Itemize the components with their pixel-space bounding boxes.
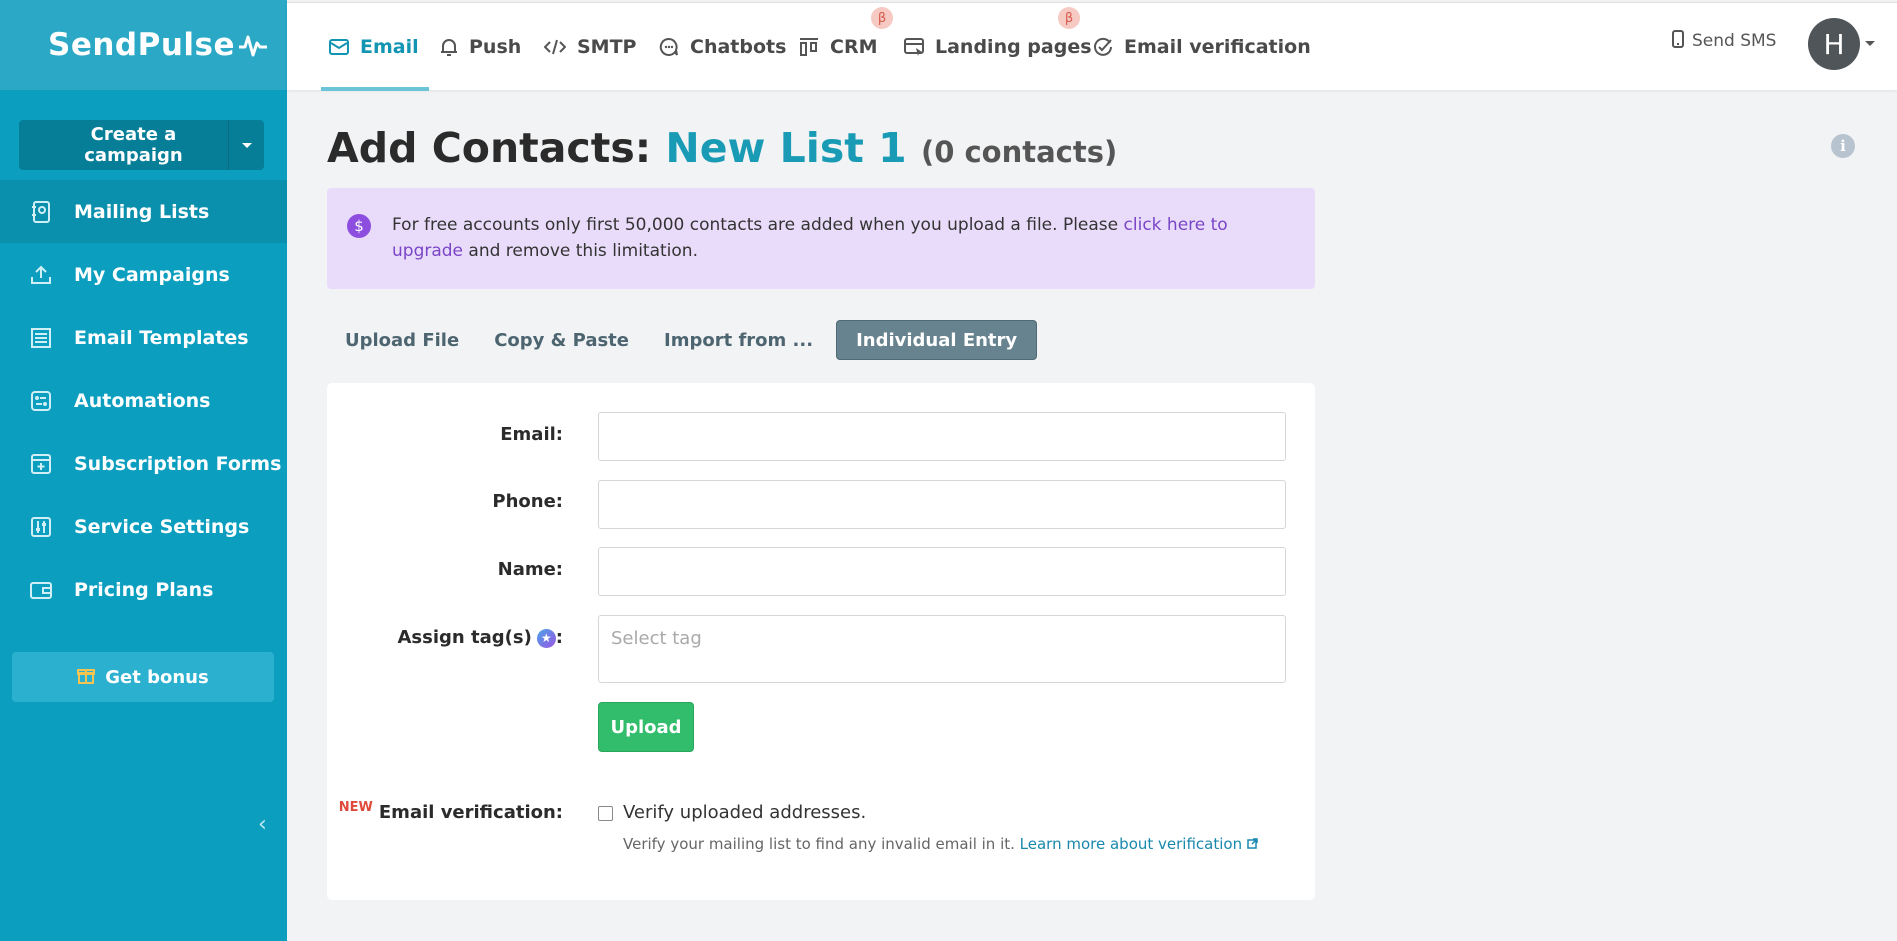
avatar[interactable]: H xyxy=(1808,18,1860,70)
verify-addresses-label[interactable]: Verify uploaded addresses. xyxy=(623,802,866,823)
collapse-sidebar-chevron-icon[interactable]: ‹ xyxy=(258,812,267,837)
sidebar-item-service-settings[interactable]: Service Settings xyxy=(0,495,287,558)
email-verification-label: NEW Email verification: xyxy=(339,800,563,823)
name-label: Name: xyxy=(497,559,563,580)
send-sms-link[interactable]: Send SMS xyxy=(1672,3,1776,79)
sidebar-item-label: Subscription Forms xyxy=(74,452,282,475)
notice-text: For free accounts only first 50,000 cont… xyxy=(392,215,1124,235)
sidebar-item-label: Email Templates xyxy=(74,326,249,349)
verification-note: Verify your mailing list to find any inv… xyxy=(623,835,1258,853)
assign-tags-colon: : xyxy=(555,627,563,648)
avatar-chevron-down-icon[interactable] xyxy=(1865,41,1875,46)
create-campaign-dropdown[interactable] xyxy=(228,120,264,170)
tag-help-icon[interactable]: ★ xyxy=(536,628,556,648)
tab-upload-file[interactable]: Upload File xyxy=(327,320,476,360)
landing-icon xyxy=(904,38,924,56)
pulse-icon xyxy=(239,35,268,57)
logo[interactable]: SendPulse xyxy=(0,0,287,90)
tab-label: Push xyxy=(469,36,522,58)
sidebar-item-label: Mailing Lists xyxy=(74,200,210,223)
sidebar-item-label: My Campaigns xyxy=(74,263,230,286)
wallet-icon xyxy=(30,579,52,601)
send-sms-label: Send SMS xyxy=(1692,31,1777,51)
name-field[interactable] xyxy=(598,547,1286,596)
list-name[interactable]: New List 1 xyxy=(665,124,906,172)
tab-crm[interactable]: CRM xyxy=(799,3,877,91)
sidebar-nav: Mailing Lists My Campaigns Email Templat… xyxy=(0,180,287,621)
tab-label: Chatbots xyxy=(690,36,787,58)
learn-more-verification-link[interactable]: Learn more about verification xyxy=(1020,835,1242,853)
tab-label: SMTP xyxy=(577,36,637,58)
crm-beta-badge: β xyxy=(871,7,893,29)
upload-button[interactable]: Upload xyxy=(598,702,694,752)
tab-label: Landing pages xyxy=(935,36,1092,58)
assign-tags-label: Assign tag(s) ★: xyxy=(398,627,564,648)
tab-label: Email verification xyxy=(1124,36,1311,58)
email-field[interactable] xyxy=(598,412,1286,461)
sidebar: SendPulse Create a campaign Mailing List… xyxy=(0,0,287,941)
template-icon xyxy=(30,327,52,349)
bell-icon xyxy=(440,37,458,57)
tab-chatbots[interactable]: Chatbots xyxy=(659,3,786,91)
tag-select[interactable]: Select tag xyxy=(598,615,1286,683)
code-icon xyxy=(544,39,566,55)
sidebar-item-label: Pricing Plans xyxy=(74,578,214,601)
individual-entry-form: Email: Phone: Name: Assign tag(s) ★: Sele… xyxy=(327,383,1315,900)
info-icon[interactable]: i xyxy=(1831,134,1855,158)
free-account-notice: $ For free accounts only first 50,000 co… xyxy=(327,188,1315,289)
phone-icon xyxy=(1672,29,1684,53)
chat-icon xyxy=(659,37,679,57)
tab-individual-entry[interactable]: Individual Entry xyxy=(836,320,1038,360)
import-method-tabs: Upload File Copy & Paste Import from ...… xyxy=(327,320,1038,360)
gift-icon xyxy=(77,666,96,689)
tag-select-placeholder: Select tag xyxy=(611,628,702,649)
new-badge: NEW xyxy=(338,800,373,815)
tab-label: Email xyxy=(360,36,419,58)
address-book-icon xyxy=(30,200,52,223)
create-campaign-button[interactable]: Create a campaign xyxy=(19,120,228,170)
create-campaign-group: Create a campaign xyxy=(19,120,264,170)
top-navbar: Email Push SMTP Chatbots CRM β Landing p… xyxy=(287,2,1897,91)
form-icon xyxy=(30,453,52,475)
tab-push[interactable]: Push xyxy=(440,3,521,91)
campaign-upload-icon xyxy=(30,264,52,286)
phone-label: Phone: xyxy=(492,491,563,512)
page-title: Add Contacts: New List 1 (0 contacts) xyxy=(327,124,1117,172)
sidebar-item-automations[interactable]: Automations xyxy=(0,369,287,432)
caret-down-icon xyxy=(241,142,252,148)
tab-smtp[interactable]: SMTP xyxy=(544,3,636,91)
landing-beta-badge: β xyxy=(1058,7,1080,29)
kanban-icon xyxy=(799,38,819,56)
sidebar-item-label: Automations xyxy=(74,389,211,412)
dollar-icon: $ xyxy=(347,214,371,238)
assign-tags-text: Assign tag(s) xyxy=(397,627,532,648)
automation-icon xyxy=(30,390,52,412)
sidebar-item-email-templates[interactable]: Email Templates xyxy=(0,306,287,369)
notice-text-after: and remove this limitation. xyxy=(463,241,698,261)
sidebar-item-pricing-plans[interactable]: Pricing Plans xyxy=(0,558,287,621)
tab-email[interactable]: Email xyxy=(321,3,429,91)
email-label: Email: xyxy=(500,424,563,445)
sidebar-item-subscription-forms[interactable]: Subscription Forms xyxy=(0,432,287,495)
external-link-icon xyxy=(1247,838,1258,849)
verification-note-text: Verify your mailing list to find any inv… xyxy=(623,835,1020,853)
check-circle-icon xyxy=(1093,37,1113,57)
get-bonus-label: Get bonus xyxy=(105,666,209,688)
verify-addresses-checkbox[interactable] xyxy=(598,806,613,821)
email-verification-text: Email verification: xyxy=(378,802,563,823)
settings-sliders-icon xyxy=(30,516,52,538)
sidebar-item-mailing-lists[interactable]: Mailing Lists xyxy=(0,180,287,243)
tab-email-verification[interactable]: Email verification xyxy=(1093,3,1311,91)
tab-import-from[interactable]: Import from ... xyxy=(646,320,830,360)
envelope-icon xyxy=(329,39,349,55)
contact-count: (0 contacts) xyxy=(920,135,1118,169)
get-bonus-button[interactable]: Get bonus xyxy=(12,652,274,702)
tab-label: CRM xyxy=(830,36,878,58)
phone-field[interactable] xyxy=(598,480,1286,529)
sidebar-item-label: Service Settings xyxy=(74,515,250,538)
page-title-prefix: Add Contacts: xyxy=(327,124,652,172)
sidebar-item-my-campaigns[interactable]: My Campaigns xyxy=(0,243,287,306)
logo-text: SendPulse xyxy=(48,27,236,63)
tab-copy-paste[interactable]: Copy & Paste xyxy=(476,320,646,360)
